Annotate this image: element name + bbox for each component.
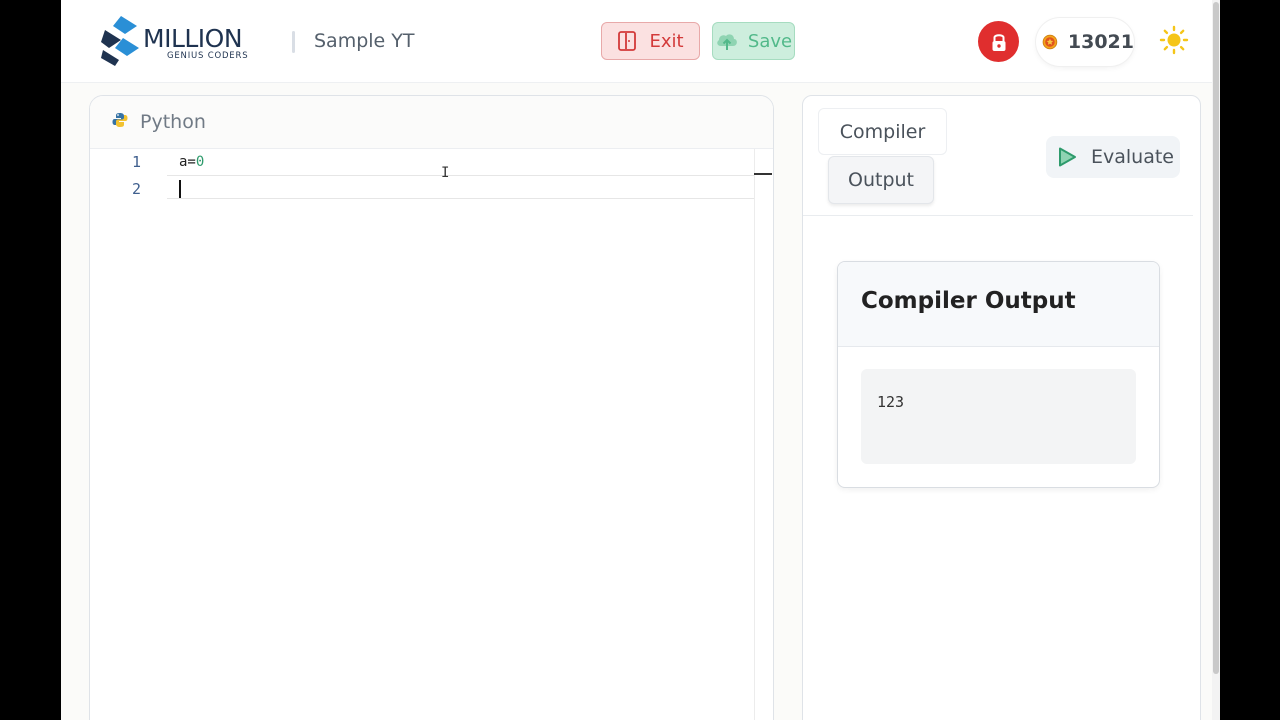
output-console[interactable]: 123 (861, 369, 1136, 464)
python-icon (112, 113, 128, 127)
line-number: 2 (132, 180, 142, 198)
top-header: MILLION GENIUS CODERS Sample YT Exit Sav… (61, 0, 1212, 83)
output-text: 123 (877, 393, 905, 411)
tab-compiler[interactable]: Compiler (818, 108, 947, 155)
evaluate-button[interactable]: Evaluate (1046, 136, 1180, 178)
text-caret (179, 180, 181, 198)
logo-icon (101, 16, 139, 66)
code-area[interactable]: 1 a=0 2 I (90, 149, 773, 720)
code-number-literal: 0 (195, 154, 205, 170)
save-button-label: Save (747, 30, 793, 52)
page-scrollbar-thumb[interactable] (1213, 2, 1219, 674)
evaluate-button-label: Evaluate (1091, 146, 1174, 168)
coin-count: 13021 (1067, 31, 1134, 53)
exit-button[interactable]: Exit (601, 22, 700, 60)
line-number: 1 (132, 153, 142, 171)
code-text: a= (179, 154, 196, 170)
code-line[interactable]: a=0 (179, 154, 204, 170)
code-editor-panel: Python 1 a=0 2 I (89, 95, 774, 720)
sun-icon[interactable] (1159, 25, 1189, 55)
compiler-panel: Compiler Output Evaluate Compiler Output… (802, 95, 1201, 720)
app-window: MILLION GENIUS CODERS Sample YT Exit Sav… (61, 0, 1212, 720)
logo-tagline: GENIUS CODERS (167, 51, 249, 61)
coin-medal-icon (1042, 34, 1058, 50)
editor-header: Python (90, 96, 773, 149)
brand-logo[interactable]: MILLION GENIUS CODERS (99, 14, 264, 70)
output-card-header: Compiler Output (838, 262, 1159, 347)
ibeam-cursor-icon: I (441, 165, 450, 181)
compiler-output-card: Compiler Output 123 (837, 261, 1160, 488)
editor-scrollbar-track[interactable] (754, 149, 755, 720)
coin-balance[interactable]: 13021 (1036, 18, 1134, 66)
logo-wordmark: MILLION (143, 24, 243, 53)
lock-button[interactable] (978, 21, 1019, 62)
exit-door-icon (618, 31, 637, 51)
lock-icon (992, 33, 1005, 51)
project-name[interactable]: Sample YT (314, 30, 415, 52)
output-card-title: Compiler Output (861, 288, 1076, 314)
play-icon (1059, 147, 1076, 167)
save-button[interactable]: Save (712, 22, 795, 60)
language-label[interactable]: Python (140, 111, 206, 133)
header-divider (292, 31, 295, 53)
tab-output[interactable]: Output (828, 156, 934, 204)
cloud-upload-icon (717, 34, 737, 50)
active-line-highlight (167, 175, 755, 199)
panel-divider (803, 215, 1193, 216)
exit-button-label: Exit (649, 30, 684, 52)
editor-scroll-marker[interactable] (754, 173, 772, 175)
